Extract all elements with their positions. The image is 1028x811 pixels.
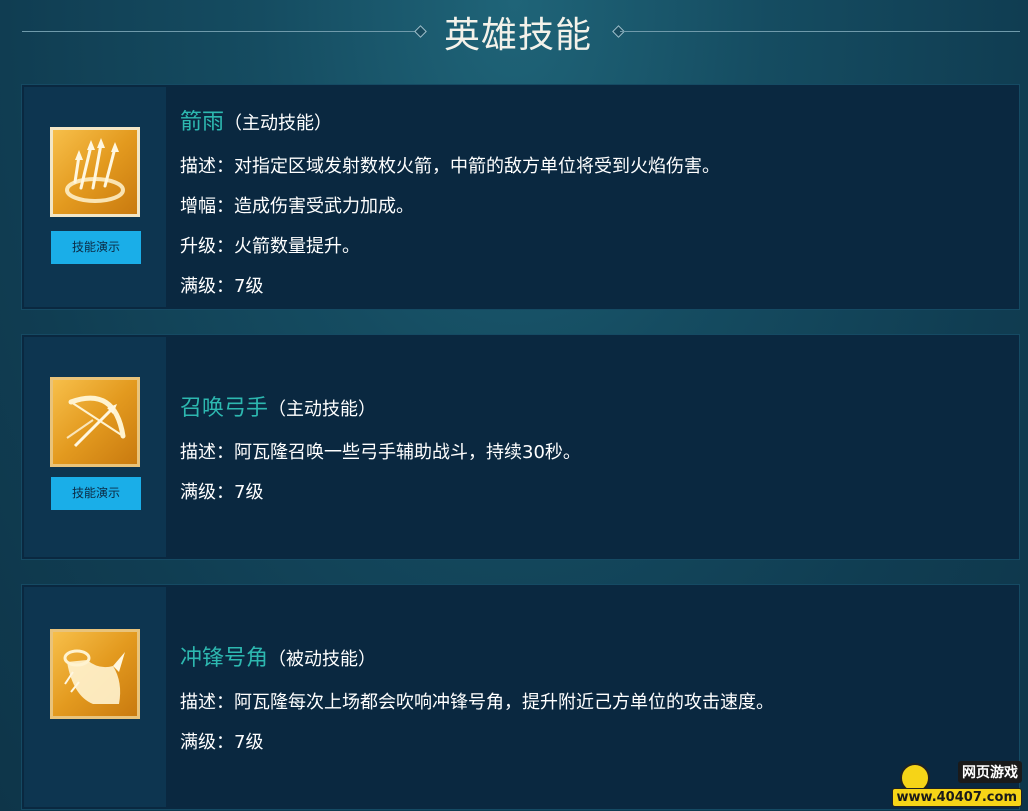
skill-title-row: 召唤弓手（主动技能） [180,395,1009,424]
skill-amplify: 增幅：造成伤害受武力加成。 [180,196,414,217]
skill-details: 召唤弓手（主动技能） 描述：阿瓦隆召唤一些弓手辅助战斗，持续30秒。 满级：7级 [180,395,1009,504]
skill-card-war-horn: 冲锋号角（被动技能） 描述：阿瓦隆每次上场都会吹响冲锋号角，提升附近己方单位的攻… [21,584,1020,810]
skill-title-row: 箭雨（主动技能） [180,109,1009,138]
site-watermark: 网页游戏 www.40407.com [891,761,1022,807]
skill-type: （主动技能） [224,113,333,134]
skill-description: 描述：对指定区域发射数枚火箭，中箭的敌方单位将受到火焰伤害。 [180,156,720,177]
section-header: 英雄技能 [0,0,1028,64]
skill-icon-column: 技能演示 [24,337,166,557]
skill-type: （被动技能） [268,649,377,670]
skill-max-level: 满级：7级 [180,276,264,297]
skill-description: 描述：阿瓦隆每次上场都会吹响冲锋号角，提升附近己方单位的攻击速度。 [180,692,774,713]
skill-title-row: 冲锋号角（被动技能） [180,645,1009,674]
skill-icon-column [24,587,166,807]
skill-name: 冲锋号角 [180,646,269,671]
skill-demo-button[interactable]: 技能演示 [51,477,141,510]
skill-description: 描述：阿瓦隆召唤一些弓手辅助战斗，持续30秒。 [180,442,581,463]
section-title: 英雄技能 [443,15,592,56]
skill-name: 召唤弓手 [180,396,269,421]
skill-demo-button[interactable]: 技能演示 [51,231,141,264]
arrow-rain-icon [50,127,140,217]
war-horn-icon [50,629,140,719]
skill-card-summon-archers: 技能演示 召唤弓手（主动技能） 描述：阿瓦隆召唤一些弓手辅助战斗，持续30秒。 … [21,334,1020,560]
header-divider-left [22,31,420,32]
skill-max-level: 满级：7级 [180,482,264,503]
watermark-title: 网页游戏 [958,761,1022,783]
skill-name: 箭雨 [180,110,225,135]
skill-icon-column: 技能演示 [24,87,166,307]
skill-details: 冲锋号角（被动技能） 描述：阿瓦隆每次上场都会吹响冲锋号角，提升附近己方单位的攻… [180,645,1009,754]
bow-icon [50,377,140,467]
skill-max-level: 满级：7级 [180,732,264,753]
skill-upgrade: 升级：火箭数量提升。 [180,236,360,257]
skill-details: 箭雨（主动技能） 描述：对指定区域发射数枚火箭，中箭的敌方单位将受到火焰伤害。 … [180,109,1009,298]
watermark-url: www.40407.com [891,788,1022,807]
skill-card-arrow-rain: 技能演示 箭雨（主动技能） 描述：对指定区域发射数枚火箭，中箭的敌方单位将受到火… [21,84,1020,310]
header-divider-right [620,31,1020,32]
skill-type: （主动技能） [268,399,377,420]
